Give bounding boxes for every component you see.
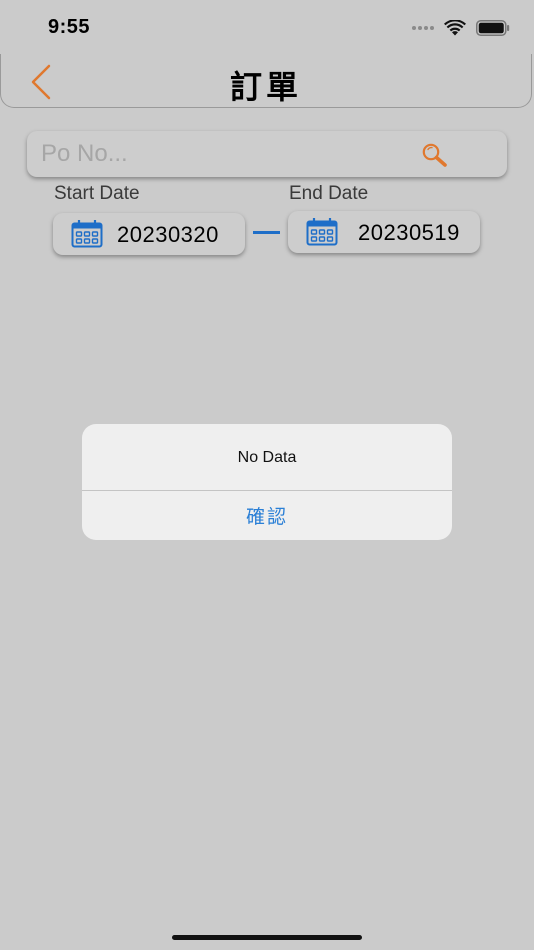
status-icons: [412, 18, 510, 38]
battery-icon: [476, 20, 510, 36]
calendar-icon: [306, 218, 338, 246]
calendar-icon: [71, 220, 103, 248]
po-number-search-input[interactable]: [41, 131, 411, 177]
confirm-button[interactable]: 確認: [82, 491, 452, 540]
date-range-separator: [253, 231, 280, 234]
navigation-bar: 訂單: [0, 54, 532, 108]
status-time: 9:55: [48, 16, 91, 38]
end-date-value: 20230519: [358, 220, 460, 245]
search-icon: [422, 143, 447, 167]
wifi-icon: [444, 20, 466, 36]
alert-message: No Data: [237, 449, 297, 466]
start-date-label: Start Date: [54, 183, 140, 204]
end-date-button[interactable]: 20230519: [288, 211, 480, 253]
search-box: [27, 131, 507, 177]
cellular-signal-icon: [412, 26, 434, 30]
start-date-button[interactable]: 20230320: [53, 213, 245, 255]
home-indicator[interactable]: [172, 935, 362, 940]
alert-dialog: No Data 確認: [82, 424, 452, 540]
start-date-value: 20230320: [117, 222, 219, 247]
page-title: 訂單: [229, 69, 302, 105]
end-date-label: End Date: [289, 183, 369, 204]
search-button[interactable]: [421, 142, 449, 168]
status-bar: 9:55: [0, 0, 534, 54]
